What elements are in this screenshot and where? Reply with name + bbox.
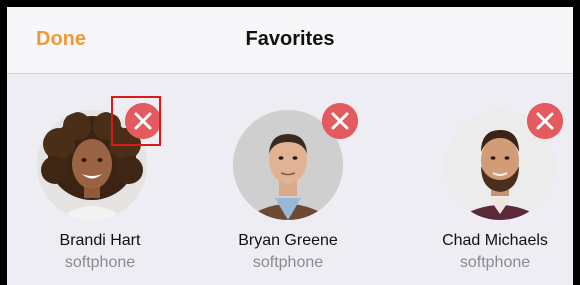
contact-type: softphone xyxy=(64,254,136,271)
contact-name: Brandi Hart xyxy=(59,232,141,249)
contact-type: softphone xyxy=(252,254,324,271)
favorite-contact-brandi-hart[interactable]: Brandi Hart softphone xyxy=(7,7,200,285)
remove-icon xyxy=(527,103,563,139)
contact-type: softphone xyxy=(459,254,531,271)
contact-name: Bryan Greene xyxy=(238,232,338,249)
highlight-box xyxy=(111,96,161,146)
favorite-contact-chad-michaels[interactable]: Chad Michaels softphone xyxy=(395,7,573,285)
remove-favorite-button[interactable] xyxy=(322,103,358,139)
favorite-contact-bryan-greene[interactable]: Bryan Greene softphone xyxy=(188,7,388,285)
favorites-screen: Done Favorites Brandi Hart softphone Bry… xyxy=(7,7,573,285)
remove-icon xyxy=(322,103,358,139)
contact-name: Chad Michaels xyxy=(442,232,548,249)
remove-favorite-button[interactable] xyxy=(527,103,563,139)
